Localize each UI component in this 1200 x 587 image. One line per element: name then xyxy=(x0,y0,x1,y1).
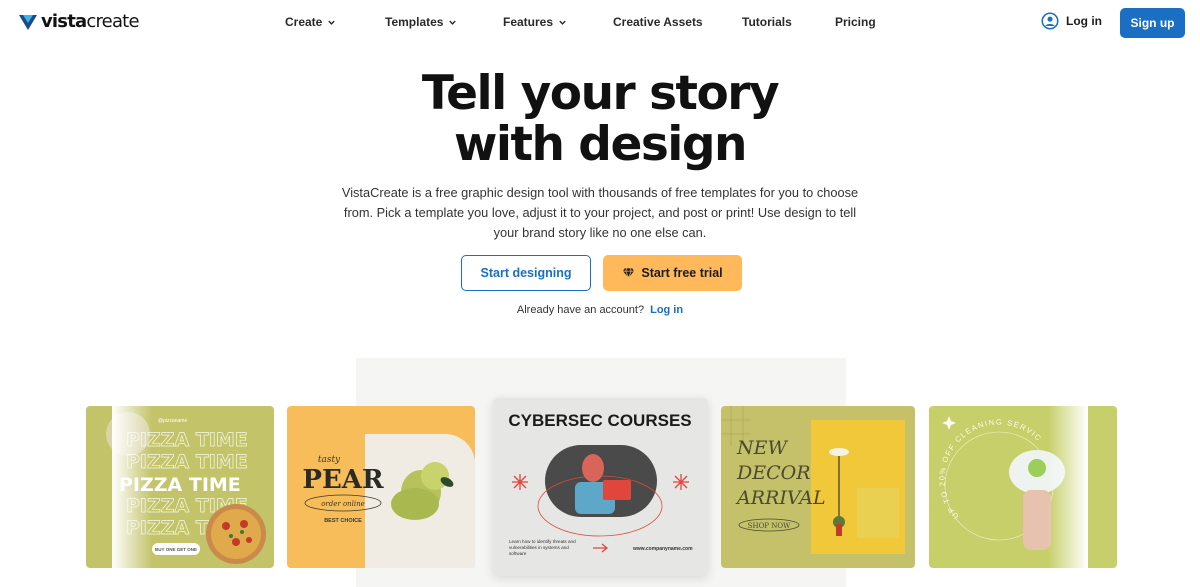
start-designing-button[interactable]: Start designing xyxy=(461,255,591,291)
site-header: vistacreate Create Templates Features Cr… xyxy=(0,0,1200,46)
decor-line1: NEW xyxy=(736,437,788,459)
nav-features[interactable]: Features xyxy=(503,15,567,29)
pizza-handle: @pizzaname xyxy=(158,418,187,424)
main-nav: Create Templates Features Creative Asset… xyxy=(0,15,1200,33)
already-account-text: Already have an account? xyxy=(516,304,645,316)
nav-create[interactable]: Create xyxy=(285,15,336,29)
pear-tag: BEST CHOICE xyxy=(324,518,362,524)
already-account: Already have an account? Log in xyxy=(0,304,1200,316)
pear-headline: PEAR xyxy=(302,465,384,495)
hero-title: Tell your story with design xyxy=(0,68,1200,170)
nav-features-label: Features xyxy=(503,15,554,29)
nav-templates[interactable]: Templates xyxy=(385,15,457,29)
diamond-icon xyxy=(623,268,635,278)
nav-templates-label: Templates xyxy=(385,15,444,29)
template-card-cybersec[interactable]: CYBERSEC COURSES Learn how to identify t… xyxy=(493,398,708,576)
hero-title-line2: with design xyxy=(453,117,748,172)
pear-script: tasty xyxy=(318,455,341,465)
pear-order: order online xyxy=(321,500,365,508)
asterisk-left-icon xyxy=(512,474,528,490)
chevron-down-icon xyxy=(328,20,336,25)
chevron-down-icon xyxy=(559,20,566,25)
decor-line3: ARRIVAL xyxy=(735,487,826,509)
carousel-fade-right xyxy=(1048,400,1088,575)
nav-create-label: Create xyxy=(285,15,323,29)
already-login-link[interactable]: Log in xyxy=(650,304,683,316)
cyber-headline: CYBERSEC COURSES xyxy=(508,411,691,430)
hero-title-line1: Tell your story xyxy=(421,66,780,121)
template-card-pear[interactable]: tasty PEAR order online BEST CHOICE xyxy=(287,406,475,568)
nav-creative-assets-label: Creative Assets xyxy=(613,15,703,29)
nav-pricing[interactable]: Pricing xyxy=(835,15,876,29)
start-free-trial-button[interactable]: Start free trial xyxy=(603,255,742,291)
signup-button[interactable]: Sign up xyxy=(1120,8,1185,38)
decor-cta: SHOP NOW xyxy=(748,522,791,530)
carousel-fade-left xyxy=(112,400,152,575)
hero-subtitle: VistaCreate is a free graphic design too… xyxy=(341,185,859,240)
header-login[interactable]: Log in xyxy=(1041,12,1102,30)
login-label: Log in xyxy=(1066,14,1102,28)
start-free-trial-label: Start free trial xyxy=(641,266,723,280)
pizza-cta: BUY ONE GET ONE xyxy=(155,547,197,552)
template-card-decor[interactable]: NEW DECOR ARRIVAL SHOP NOW xyxy=(721,406,915,568)
user-circle-icon xyxy=(1041,12,1059,30)
decor-line2: DECOR xyxy=(736,462,811,484)
nav-pricing-label: Pricing xyxy=(835,15,876,29)
nav-tutorials-label: Tutorials xyxy=(742,15,792,29)
asterisk-right-icon xyxy=(673,474,689,490)
nav-tutorials[interactable]: Tutorials xyxy=(742,15,792,29)
nav-creative-assets[interactable]: Creative Assets xyxy=(613,15,703,29)
chevron-down-icon xyxy=(449,20,457,25)
template-card-cleaning[interactable]: UP TO 20% OFF CLEANING SERVICE xyxy=(929,406,1117,568)
cyber-url: www.companyname.com xyxy=(632,546,693,552)
